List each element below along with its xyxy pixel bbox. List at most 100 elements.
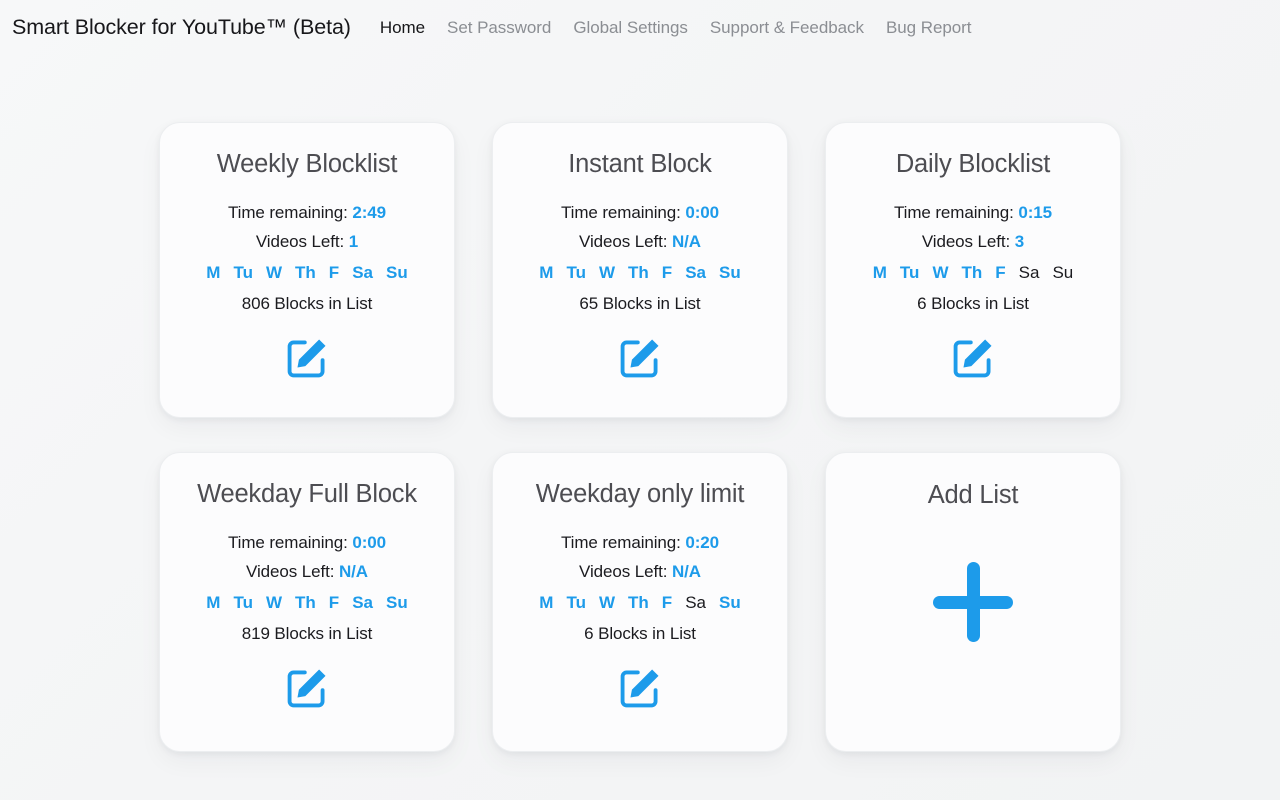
day-toggle-tu[interactable]: Tu (566, 593, 586, 613)
blocklist-card[interactable]: Daily Blocklist Time remaining: 0:15 Video… (825, 122, 1121, 418)
time-remaining-label: Time remaining: (228, 533, 348, 553)
plus-icon (933, 562, 1013, 642)
time-remaining-value: 0:20 (685, 533, 719, 553)
day-toggle-f[interactable]: F (662, 593, 672, 613)
blocklist-grid: Weekly Blocklist Time remaining: 2:49 Vide… (159, 122, 1121, 752)
blocks-in-list-count: 806 Blocks in List (241, 294, 373, 314)
time-remaining-label: Time remaining: (561, 533, 681, 553)
edit-list-button[interactable] (284, 665, 330, 711)
time-remaining-row: Time remaining: 2:49 (228, 203, 386, 223)
day-selector: M Tu W Th F Sa Su (539, 263, 740, 283)
videos-left-value: 3 (1014, 232, 1025, 252)
videos-left-value: 1 (348, 232, 359, 252)
day-toggle-th[interactable]: Th (295, 593, 316, 613)
videos-left-label: Videos Left: (579, 562, 668, 582)
edit-icon (951, 336, 995, 380)
day-toggle-sa[interactable]: Sa (352, 263, 373, 283)
time-remaining-value: 0:00 (685, 203, 719, 223)
edit-icon (285, 336, 329, 380)
nav-item-home[interactable]: Home (373, 19, 436, 36)
day-selector: M Tu W Th F Sa Su (206, 593, 407, 613)
videos-left-row: Videos Left: N/A (246, 562, 368, 582)
day-toggle-w[interactable]: W (266, 263, 282, 283)
day-toggle-tu[interactable]: Tu (233, 263, 253, 283)
day-toggle-th[interactable]: Th (961, 263, 982, 283)
blocklist-card[interactable]: Instant Block Time remaining: 0:00 Videos … (492, 122, 788, 418)
day-toggle-w[interactable]: W (266, 593, 282, 613)
day-selector: M Tu W Th F Sa Su (873, 263, 1074, 283)
videos-left-row: Videos Left: N/A (579, 232, 701, 252)
edit-list-button[interactable] (617, 665, 663, 711)
day-toggle-m[interactable]: M (873, 263, 887, 283)
day-toggle-m[interactable]: M (206, 263, 220, 283)
day-toggle-w[interactable]: W (599, 263, 615, 283)
card-title: Weekly Blocklist (216, 150, 398, 178)
add-list-button[interactable] (931, 560, 1015, 644)
videos-left-value: N/A (671, 232, 701, 252)
day-toggle-sa[interactable]: Sa (685, 263, 706, 283)
nav-item-support-feedback[interactable]: Support & Feedback (699, 19, 875, 36)
day-toggle-m[interactable]: M (539, 593, 553, 613)
edit-icon (618, 336, 662, 380)
time-remaining-value: 2:49 (352, 203, 386, 223)
card-title: Weekday only limit (535, 480, 745, 508)
top-bar: Smart Blocker for YouTube™ (Beta) Home Se… (0, 0, 1280, 54)
time-remaining-label: Time remaining: (894, 203, 1014, 223)
time-remaining-row: Time remaining: 0:00 (228, 533, 386, 553)
day-toggle-f[interactable]: F (329, 593, 339, 613)
main-nav: Home Set Password Global Settings Support &… (373, 19, 983, 36)
day-toggle-th[interactable]: Th (628, 263, 649, 283)
videos-left-row: Videos Left: 3 (922, 232, 1024, 252)
time-remaining-label: Time remaining: (228, 203, 348, 223)
day-toggle-su[interactable]: Su (386, 593, 408, 613)
day-toggle-w[interactable]: W (599, 593, 615, 613)
day-toggle-f[interactable]: F (662, 263, 672, 283)
day-toggle-m[interactable]: M (206, 593, 220, 613)
videos-left-label: Videos Left: (579, 232, 668, 252)
day-toggle-f[interactable]: F (329, 263, 339, 283)
day-toggle-w[interactable]: W (932, 263, 948, 283)
blocklist-card[interactable]: Weekday Full Block Time remaining: 0:00 Vi… (159, 452, 455, 752)
videos-left-label: Videos Left: (921, 232, 1011, 252)
add-list-title: Add List (927, 481, 1019, 509)
time-remaining-row: Time remaining: 0:15 (894, 203, 1052, 223)
day-toggle-th[interactable]: Th (295, 263, 316, 283)
blocklist-card[interactable]: Weekly Blocklist Time remaining: 2:49 Vide… (159, 122, 455, 418)
day-toggle-tu[interactable]: Tu (900, 263, 920, 283)
day-toggle-su[interactable]: Su (386, 263, 408, 283)
day-toggle-sa[interactable]: Sa (685, 593, 706, 613)
day-toggle-sa[interactable]: Sa (352, 593, 373, 613)
edit-icon (285, 666, 329, 710)
day-toggle-th[interactable]: Th (628, 593, 649, 613)
edit-list-button[interactable] (617, 335, 663, 381)
time-remaining-row: Time remaining: 0:20 (561, 533, 719, 553)
card-title: Weekday Full Block (197, 480, 417, 508)
app-title: Smart Blocker for YouTube™ (Beta) (12, 14, 351, 39)
card-title: Instant Block (568, 150, 712, 178)
blocklist-card[interactable]: Weekday only limit Time remaining: 0:20 Vi… (492, 452, 788, 752)
day-toggle-m[interactable]: M (539, 263, 553, 283)
time-remaining-value: 0:15 (1018, 203, 1052, 223)
day-toggle-su[interactable]: Su (719, 263, 741, 283)
videos-left-label: Videos Left: (255, 232, 345, 252)
nav-item-global-settings[interactable]: Global Settings (562, 19, 699, 36)
day-toggle-su[interactable]: Su (719, 593, 741, 613)
day-toggle-su[interactable]: Su (1052, 263, 1073, 283)
blocks-in-list-count: 65 Blocks in List (579, 294, 701, 314)
add-list-card[interactable]: Add List (825, 452, 1121, 752)
day-toggle-f[interactable]: F (995, 263, 1005, 283)
videos-left-row: Videos Left: 1 (256, 232, 358, 252)
content-area: Weekly Blocklist Time remaining: 2:49 Vide… (0, 54, 1280, 752)
day-selector: M Tu W Th F Sa Su (206, 263, 407, 283)
day-toggle-tu[interactable]: Tu (233, 593, 253, 613)
nav-item-bug-report[interactable]: Bug Report (875, 19, 983, 36)
time-remaining-label: Time remaining: (561, 203, 681, 223)
day-toggle-tu[interactable]: Tu (566, 263, 586, 283)
nav-item-set-password[interactable]: Set Password (436, 19, 562, 36)
edit-list-button[interactable] (284, 335, 330, 381)
edit-list-button[interactable] (950, 335, 996, 381)
videos-left-row: Videos Left: N/A (579, 562, 701, 582)
plus-icon-vertical (967, 562, 980, 642)
blocks-in-list-count: 6 Blocks in List (917, 294, 1029, 314)
day-toggle-sa[interactable]: Sa (1019, 263, 1040, 283)
